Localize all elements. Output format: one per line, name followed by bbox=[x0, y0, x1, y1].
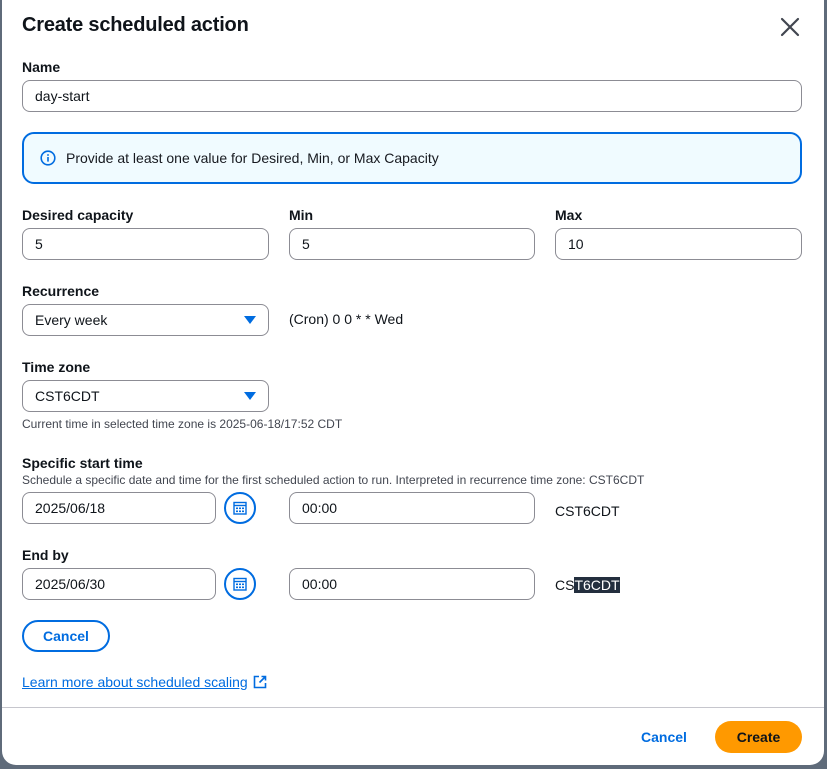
max-label: Max bbox=[555, 207, 583, 223]
external-link-icon bbox=[253, 675, 267, 689]
name-input[interactable]: day-start bbox=[22, 80, 802, 112]
timezone-hint: Current time in selected time zone is 20… bbox=[22, 417, 343, 431]
start-time-description: Schedule a specific date and time for th… bbox=[22, 473, 645, 487]
timezone-value: CST6CDT bbox=[35, 388, 100, 404]
cron-expression: (Cron) 0 0 * * Wed bbox=[289, 311, 404, 327]
footer-divider bbox=[2, 707, 824, 708]
calendar-icon bbox=[233, 577, 247, 591]
min-value: 5 bbox=[302, 236, 310, 252]
alert-text: Provide at least one value for Desired, … bbox=[66, 150, 439, 166]
info-alert: Provide at least one value for Desired, … bbox=[22, 132, 802, 184]
end-date-input[interactable]: 2025/06/30 bbox=[22, 568, 216, 600]
desired-capacity-value: 5 bbox=[35, 236, 43, 252]
learn-more-text: Learn more about scheduled scaling bbox=[22, 674, 248, 690]
start-date-input[interactable]: 2025/06/18 bbox=[22, 492, 216, 524]
name-input-value: day-start bbox=[35, 88, 90, 104]
start-time-label: Specific start time bbox=[22, 455, 143, 471]
close-icon[interactable] bbox=[778, 15, 802, 39]
max-value: 10 bbox=[568, 236, 584, 252]
end-date-value: 2025/06/30 bbox=[35, 576, 106, 592]
min-label: Min bbox=[289, 207, 314, 223]
create-scheduled-action-modal: Create scheduled action Name day-start P… bbox=[2, 0, 824, 765]
calendar-icon bbox=[233, 501, 247, 515]
timezone-select[interactable]: CST6CDT bbox=[22, 380, 269, 412]
inline-cancel-button[interactable]: Cancel bbox=[22, 620, 110, 652]
desired-capacity-input[interactable]: 5 bbox=[22, 228, 269, 260]
start-time-value: 00:00 bbox=[302, 500, 338, 516]
recurrence-label: Recurrence bbox=[22, 283, 100, 299]
caret-down-icon bbox=[244, 392, 256, 400]
end-time-input[interactable]: 00:00 bbox=[289, 568, 535, 600]
end-calendar-button[interactable] bbox=[224, 568, 256, 600]
timezone-label: Time zone bbox=[22, 359, 91, 375]
end-timezone-plain: CS bbox=[555, 577, 575, 593]
footer-cancel-button[interactable]: Cancel bbox=[641, 729, 687, 745]
recurrence-value: Every week bbox=[35, 312, 108, 328]
desired-capacity-label: Desired capacity bbox=[22, 207, 134, 223]
end-timezone-selection: T6CDT bbox=[574, 577, 620, 593]
start-time-input[interactable]: 00:00 bbox=[289, 492, 535, 524]
caret-down-icon bbox=[244, 316, 256, 324]
modal-title: Create scheduled action bbox=[22, 14, 249, 36]
end-time-value: 00:00 bbox=[302, 576, 338, 592]
start-calendar-button[interactable] bbox=[224, 492, 256, 524]
max-input[interactable]: 10 bbox=[555, 228, 802, 260]
recurrence-select[interactable]: Every week bbox=[22, 304, 269, 336]
name-label: Name bbox=[22, 59, 61, 75]
end-by-label: End by bbox=[22, 547, 69, 563]
info-icon bbox=[40, 150, 56, 166]
start-timezone-text: CST6CDT bbox=[555, 503, 620, 519]
start-date-value: 2025/06/18 bbox=[35, 500, 106, 516]
min-input[interactable]: 5 bbox=[289, 228, 535, 260]
end-timezone-text: CST6CDT bbox=[555, 577, 620, 593]
learn-more-link[interactable]: Learn more about scheduled scaling bbox=[22, 674, 268, 690]
create-button[interactable]: Create bbox=[715, 721, 802, 753]
